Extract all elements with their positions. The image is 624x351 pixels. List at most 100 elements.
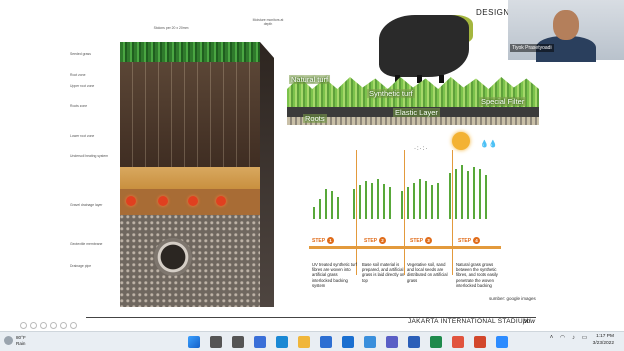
label-natural-turf: Natural turf xyxy=(289,75,331,84)
grass-blade xyxy=(325,189,327,219)
heating-layer xyxy=(120,189,260,215)
store-icon[interactable] xyxy=(320,336,332,348)
teams-icon[interactable] xyxy=(386,336,398,348)
step-number: 4 xyxy=(473,237,481,244)
step-label: STEP xyxy=(410,238,424,244)
root-zone-layer xyxy=(120,62,260,167)
step-divider xyxy=(356,150,357,275)
heating-pipe-dot xyxy=(216,196,226,206)
soil-side-face xyxy=(260,42,274,307)
grass-blade xyxy=(467,171,469,219)
weather-text: 80°F Rain xyxy=(16,335,26,346)
soil-label: Seeded grass xyxy=(70,52,91,56)
step-timeline-bar xyxy=(309,246,501,249)
grass-blade xyxy=(461,165,463,219)
grass-blade xyxy=(437,183,439,219)
weather-temp: 80°F xyxy=(16,335,26,340)
powerpoint-icon[interactable] xyxy=(474,336,486,348)
label-roots: Roots xyxy=(303,114,327,123)
grass-blade xyxy=(365,181,367,219)
soil-label: Gravel drainage layer xyxy=(70,203,103,207)
step-tag: STEP 4 xyxy=(458,237,481,244)
grass-blade xyxy=(479,169,481,219)
system-tray: ˄ ◠ ♪ ▭ xyxy=(548,335,588,342)
heating-pipe-dot xyxy=(126,196,136,206)
windows-taskbar: 80°F Rain ˄ ◠ ♪ ▭ 1:17 PM 3/23/2022 xyxy=(0,331,624,351)
prev-slide-button[interactable] xyxy=(20,322,27,329)
weather-desc: Rain xyxy=(16,340,26,346)
widgets-icon[interactable] xyxy=(254,336,266,348)
soil-label: Roots zone xyxy=(70,104,88,108)
step-number: 3 xyxy=(425,237,433,244)
grass-blade xyxy=(353,189,355,219)
grass-layer xyxy=(120,42,260,62)
excel-icon[interactable] xyxy=(430,336,442,348)
windows-start-icon[interactable] xyxy=(188,336,200,348)
grass-blade xyxy=(383,184,385,219)
soil-label: Upper root zone xyxy=(70,84,95,88)
grass-blade xyxy=(377,179,379,219)
zoom-icon[interactable] xyxy=(496,336,508,348)
mail-icon[interactable] xyxy=(342,336,354,348)
label-synthetic-turf: Synthetic turf xyxy=(367,89,415,98)
soil-label: Lower root zone xyxy=(70,134,95,138)
taskbar-clock[interactable]: 1:17 PM 3/23/2022 xyxy=(584,334,614,347)
photos-icon[interactable] xyxy=(364,336,376,348)
step-label: STEP xyxy=(312,238,326,244)
edge-icon[interactable] xyxy=(276,336,288,348)
step-description: Vegetative soil, sand and local seeds ar… xyxy=(407,262,448,283)
grass-blade xyxy=(455,169,457,219)
source-credit: sumber: google images xyxy=(489,296,536,301)
chevron-up-icon[interactable]: ˄ xyxy=(548,335,555,342)
drainage-pipe xyxy=(154,238,192,276)
zoom-button[interactable] xyxy=(60,322,67,329)
step-divider xyxy=(404,150,405,275)
step-number: 1 xyxy=(327,237,335,244)
label-special-filter: Special Filter xyxy=(479,97,527,106)
see-all-slides-button[interactable] xyxy=(50,322,57,329)
word-icon[interactable] xyxy=(408,336,420,348)
grass-blade xyxy=(319,199,321,219)
grass-blade xyxy=(313,207,315,219)
footer-logo: pdw xyxy=(523,318,535,325)
soil-label: Drainage pipe xyxy=(70,264,92,268)
grass-blade xyxy=(407,187,409,219)
grass-blade xyxy=(449,173,451,219)
grass-blade xyxy=(371,183,373,219)
file-explorer-icon[interactable] xyxy=(298,336,310,348)
chrome-icon[interactable] xyxy=(452,336,464,348)
boot-stud xyxy=(439,75,444,83)
wifi-icon[interactable]: ◠ xyxy=(559,335,566,342)
grass-blade xyxy=(401,191,403,219)
label-elastic-layer: Elastic Layer xyxy=(393,108,440,117)
hybrid-turf-image: Natural turf Synthetic turf Special Filt… xyxy=(287,15,539,127)
grass-blade xyxy=(425,181,427,219)
grass-blade xyxy=(485,175,487,219)
task-view-icon[interactable] xyxy=(232,336,244,348)
grass-blade xyxy=(331,191,333,219)
grass-blade xyxy=(389,187,391,219)
more-options-button[interactable] xyxy=(70,322,77,329)
weather-widget[interactable]: 80°F Rain xyxy=(4,335,26,346)
heating-pipe-dot xyxy=(158,196,168,206)
search-icon[interactable] xyxy=(210,336,222,348)
step-description: Base soil material is prepared, and arti… xyxy=(362,262,405,283)
next-slide-button[interactable] xyxy=(30,322,37,329)
participant-name: Tiyok Prasetyoadi xyxy=(510,44,554,52)
sand-layer xyxy=(120,167,260,189)
soil-cross-section-image xyxy=(112,42,274,307)
step-tag: STEP 1 xyxy=(312,237,335,244)
speaker-icon[interactable]: ♪ xyxy=(570,335,577,342)
step-label: STEP xyxy=(364,238,378,244)
step-number: 2 xyxy=(379,237,387,244)
footer-stadium-name: JAKARTA INTERNATIONAL STADIUM xyxy=(408,318,529,325)
step-description: Natural grass grows between the syntheti… xyxy=(456,262,498,288)
grass-blade xyxy=(413,183,415,219)
soil-top-note: Moisture monitors at depth xyxy=(252,18,284,26)
participant-head xyxy=(553,10,579,40)
clock-date: 3/23/2022 xyxy=(592,340,614,346)
presentation-slide: DESIGN C Seeded grass Root zone Upper ro… xyxy=(0,0,624,331)
pen-tool-button[interactable] xyxy=(40,322,47,329)
webcam-video-tile[interactable]: Tiyok Prasetyoadi xyxy=(508,0,624,62)
step-tag: STEP 2 xyxy=(364,237,387,244)
